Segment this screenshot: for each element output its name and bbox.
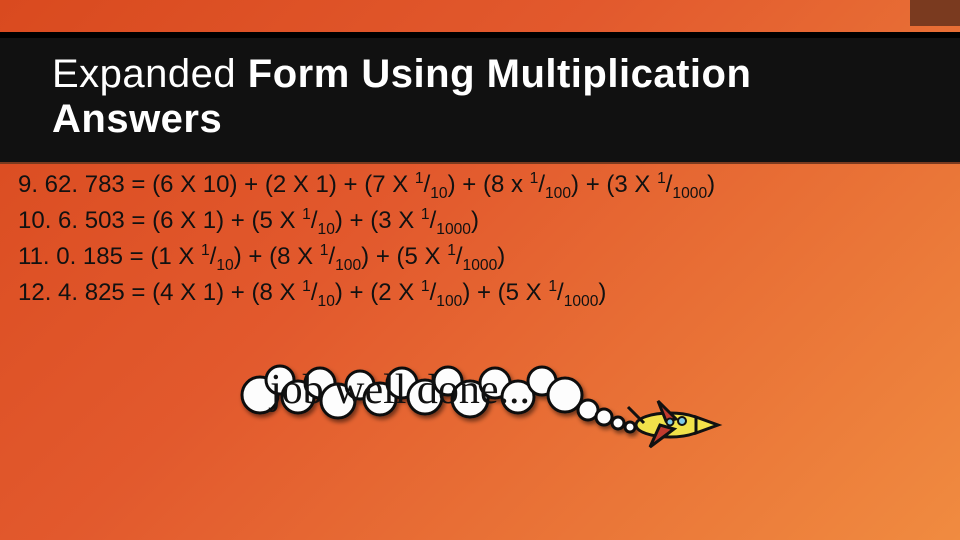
answer-line: 11. 0. 185 = (1 X 1/10) + (8 X 1/100) + … — [18, 240, 942, 276]
job-well-done-illustration: job well done... — [220, 325, 740, 495]
answer-line: 10. 6. 503 = (6 X 1) + (5 X 1/10) + (3 X… — [18, 204, 942, 240]
title-prefix: Expanded — [52, 52, 248, 96]
accent-bar — [910, 0, 960, 26]
page-title: Expanded Form Using Multiplication Answe… — [52, 52, 908, 142]
answers-block: 9. 62. 783 = (6 X 10) + (2 X 1) + (7 X 1… — [18, 168, 942, 311]
answer-line: 9. 62. 783 = (6 X 10) + (2 X 1) + (7 X 1… — [18, 168, 942, 204]
answer-line: 12. 4. 825 = (4 X 1) + (8 X 1/10) + (2 X… — [18, 276, 942, 312]
illustration-text: job well done... — [268, 367, 530, 413]
title-band: Expanded Form Using Multiplication Answe… — [0, 32, 960, 164]
